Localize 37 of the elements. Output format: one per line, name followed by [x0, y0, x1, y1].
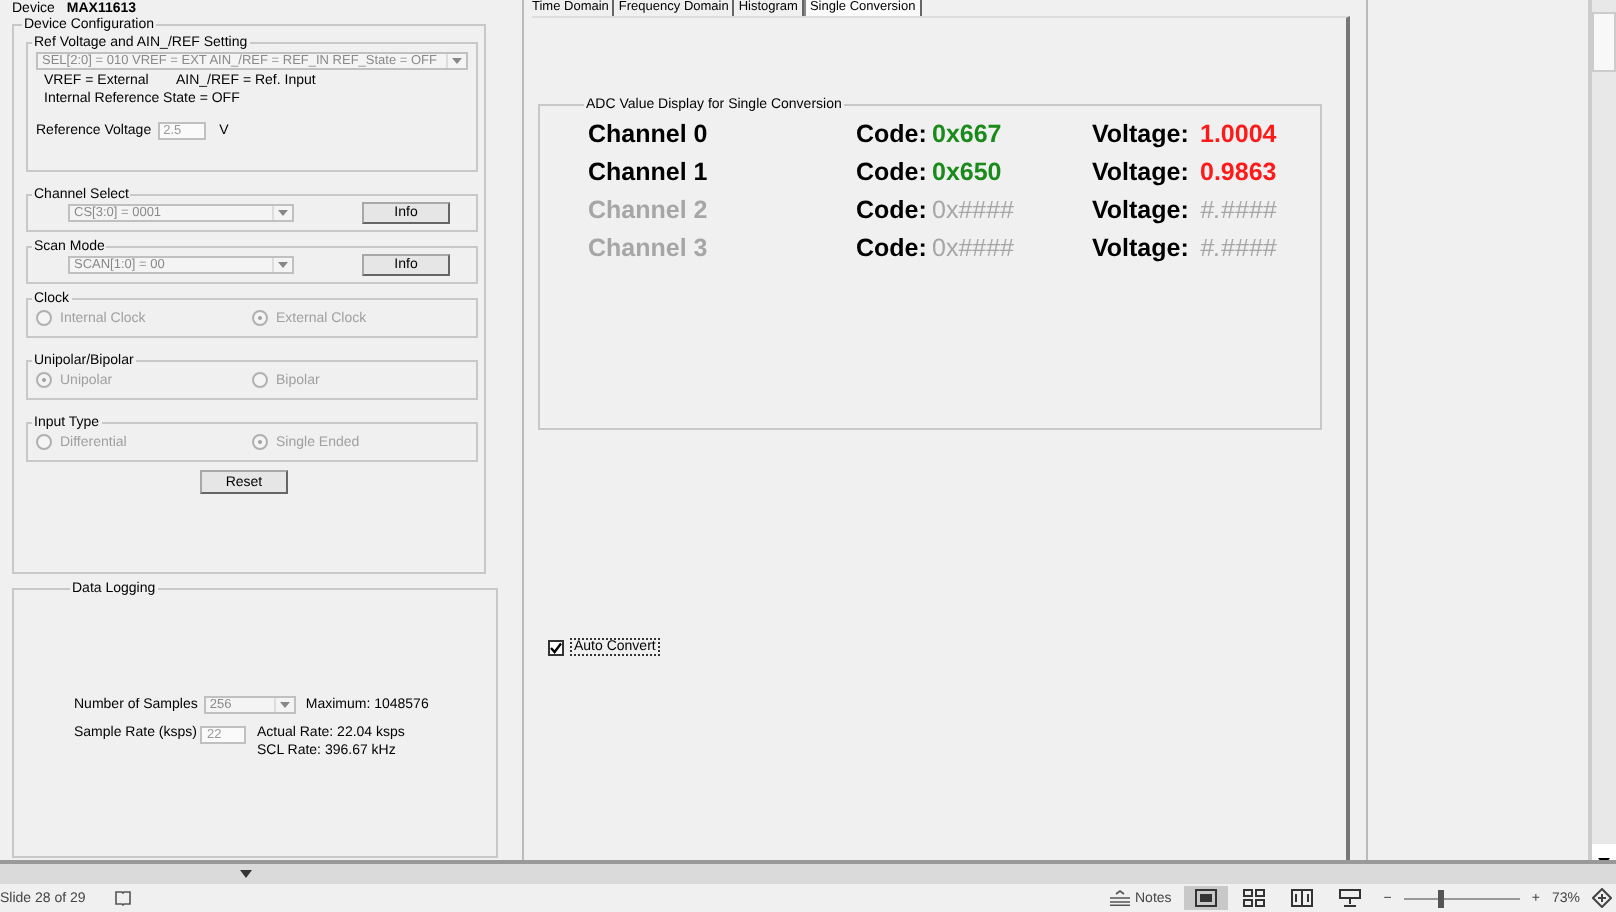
- radio-button[interactable]: [36, 434, 52, 450]
- book-icon[interactable]: [113, 890, 132, 906]
- slider-thumb[interactable]: [1438, 889, 1445, 907]
- voltage-value: 1.0004: [1200, 120, 1279, 150]
- radio-button[interactable]: [252, 372, 268, 388]
- scroll-thumb[interactable]: [1592, 12, 1616, 72]
- normal-view-icon[interactable]: [1183, 886, 1228, 910]
- notes-icon: [1109, 890, 1129, 906]
- code-label: Code:: [856, 158, 929, 188]
- voltage-value: #.####: [1200, 234, 1279, 264]
- radio-button[interactable]: [252, 434, 268, 450]
- voltage-label: Voltage:: [1092, 196, 1191, 226]
- voltage-value: #.####: [1200, 196, 1279, 226]
- radio-button[interactable]: [36, 372, 52, 388]
- horizontal-scrollbar[interactable]: [0, 860, 1616, 884]
- voltage-label: Voltage:: [1092, 158, 1191, 188]
- code-value: 0x####: [932, 234, 1017, 264]
- scroll-down-icon[interactable]: [1592, 844, 1616, 860]
- code-label: Code:: [856, 234, 929, 264]
- code-label: Code:: [856, 120, 929, 150]
- channel-label: Channel 0: [588, 120, 710, 150]
- code-value: 0x667: [932, 120, 1004, 150]
- channel-label: Channel 3: [588, 234, 710, 264]
- voltage-label: Voltage:: [1092, 234, 1191, 264]
- code-label: Code:: [856, 196, 929, 226]
- dropdown-arrow-icon[interactable]: [240, 870, 252, 878]
- channel-label: Channel 2: [588, 196, 710, 226]
- radio-button[interactable]: [252, 310, 268, 326]
- vertical-scrollbar[interactable]: [1590, 0, 1616, 860]
- checkbox[interactable]: [548, 639, 564, 655]
- code-value: 0x650: [932, 158, 1004, 188]
- channel-label: Channel 1: [588, 158, 710, 188]
- code-value: 0x####: [932, 196, 1017, 226]
- voltage-value: 0.9863: [1200, 158, 1279, 188]
- radio-button[interactable]: [36, 310, 52, 326]
- fit-to-window-icon[interactable]: [1592, 888, 1612, 908]
- voltage-label: Voltage:: [1092, 120, 1191, 150]
